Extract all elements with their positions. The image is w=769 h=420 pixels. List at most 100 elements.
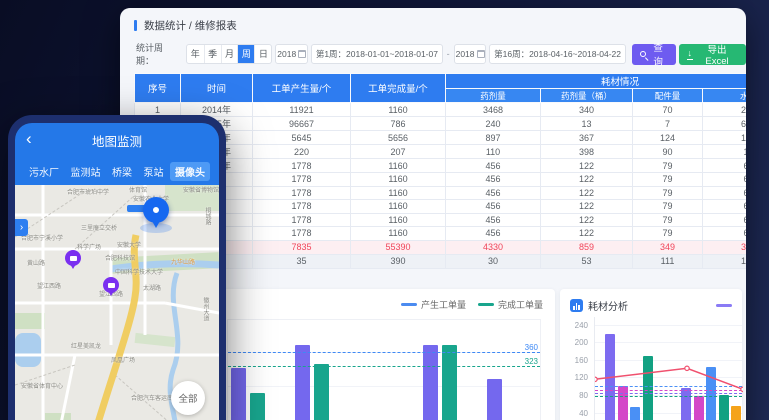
map-label: 安徽省体育中心 — [21, 381, 63, 390]
workorder-chart-legend: 产生工单量完成工单量 — [401, 298, 543, 311]
selected-camera-pin[interactable] — [143, 197, 169, 223]
map-label: 黄山路 — [27, 258, 45, 267]
period-option-月[interactable]: 月 — [221, 45, 238, 63]
map-label: 凤凰广场 — [111, 355, 135, 364]
group-header: 耗材情况 — [446, 74, 747, 89]
table-row: 52018年177811604561227967 — [135, 159, 747, 173]
breadcrumb: 数据统计 / 维修报表 — [134, 18, 746, 33]
table-row: 32016年56455656897367124129 — [135, 131, 747, 145]
legend-item: 产生工单量 — [401, 298, 466, 311]
range-separator: - — [446, 49, 451, 59]
sub-column-header: 药剂量 — [446, 89, 541, 103]
map-label: 九华山路 — [171, 257, 195, 266]
consumable-chart-plot — [594, 317, 742, 420]
phone-tab-桥梁[interactable]: 桥梁 — [107, 162, 137, 181]
end-week-input[interactable]: 第16周：2018-04-16~2018-04-22 — [489, 44, 625, 64]
table-row: 22015年96667786240137690 — [135, 117, 747, 131]
camera-lens-icon — [108, 283, 115, 288]
y-tick: 160 — [562, 356, 588, 365]
filter-bar: 统计周期： 年季月周日 2018 第1周：2018-01-01~2018-01-… — [136, 43, 746, 65]
sub-column-header: 水量 — [703, 89, 747, 103]
y-tick: 40 — [562, 409, 588, 418]
bar-completed — [442, 345, 457, 420]
map-label: 徽州大道 — [201, 297, 210, 321]
end-year-value: 2018 — [456, 49, 475, 59]
consumable-chart-title: 耗材分析 — [588, 298, 628, 313]
start-year-select[interactable]: 2018 — [275, 44, 308, 64]
y-tick: 80 — [562, 391, 588, 400]
bar-produced — [295, 345, 310, 420]
y-tick: 120 — [562, 373, 588, 382]
map-label: 三里庵立交桥 — [81, 223, 117, 232]
reference-line-label: 323 — [525, 357, 538, 366]
table-row: 12014年119211160346834070250 — [135, 103, 747, 117]
workorder-chart-card: 产生工单量完成工单量 360 323 — [215, 289, 555, 420]
legend-item: 完成工单量 — [478, 298, 543, 311]
map-label: 安徽大学 — [117, 240, 141, 249]
column-header: 工单完成量/个 — [351, 74, 446, 103]
period-option-季[interactable]: 季 — [204, 45, 221, 63]
y-tick: 240 — [562, 321, 588, 330]
map-view[interactable]: 合肥市琥珀中学体育馆安徽农业大学安徽省博物馆桐城路三里庵立交桥合肥市宁溪小学科学… — [15, 185, 219, 420]
bar-chart-icon — [570, 299, 583, 312]
start-week-value: 第1周：2018-01-01~2018-01-07 — [316, 48, 438, 60]
camera-pin[interactable] — [103, 277, 119, 293]
query-button[interactable]: 查询 — [632, 44, 676, 65]
camera-pin[interactable] — [65, 250, 81, 266]
phone-tab-污水厂[interactable]: 污水厂 — [24, 162, 64, 181]
back-icon[interactable]: ‹ — [26, 130, 32, 147]
phone-header: ‹ 地图监测 — [15, 123, 219, 157]
period-segmented-control: 年季月周日 — [186, 44, 273, 64]
sub-column-header: 配件量 — [633, 89, 703, 103]
map-label: 合肥市琥珀中学 — [67, 187, 109, 196]
calendar-icon — [298, 50, 306, 58]
workorder-chart-plot: 360 323 — [227, 319, 541, 420]
start-week-input[interactable]: 第1周：2018-01-01~2018-01-07 — [311, 44, 443, 64]
table-row: 9177811604561227967 — [135, 213, 747, 227]
start-year-value: 2018 — [277, 49, 296, 59]
map-label: 太湖路 — [143, 283, 161, 292]
map-label: 红星美凯龙 — [71, 341, 101, 350]
period-option-年[interactable]: 年 — [187, 45, 204, 63]
reference-line — [228, 366, 540, 367]
period-option-日[interactable]: 日 — [254, 45, 271, 63]
download-icon: ↓ — [687, 49, 694, 60]
export-excel-button[interactable]: ↓ 导出Excel — [679, 44, 746, 65]
table-row: 8177811604561227967 — [135, 200, 747, 214]
phone-tab-监测站[interactable]: 监测站 — [66, 162, 106, 181]
bar-produced — [423, 345, 438, 420]
period-label: 统计周期： — [136, 41, 181, 67]
y-axis: 2402001601208040 — [564, 317, 590, 420]
reference-line-label: 360 — [525, 343, 538, 352]
consumable-chart-header: 耗材分析 — [560, 289, 742, 313]
map-label: 体育馆 — [129, 185, 147, 194]
map-label: 桐城路 — [203, 207, 212, 225]
period-option-周[interactable]: 周 — [237, 45, 254, 63]
phone-screen: ‹ 地图监测 污水厂监测站桥梁泵站摄像头 — [15, 123, 219, 420]
end-year-select[interactable]: 2018 — [454, 44, 487, 64]
phone-mockup: ‹ 地图监测 污水厂监测站桥梁泵站摄像头 — [8, 115, 226, 420]
legend-item-truncated — [716, 304, 732, 307]
phone-title: 地图监测 — [92, 131, 142, 150]
query-button-label: 查询 — [649, 40, 668, 68]
phone-tab-摄像头[interactable]: 摄像头 — [170, 162, 210, 181]
map-label: 望江西路 — [37, 281, 61, 290]
phone-tab-泵站[interactable]: 泵站 — [139, 162, 169, 181]
show-all-button[interactable]: 全部 — [171, 381, 205, 415]
table-row: 6177811604561227967 — [135, 173, 747, 187]
total-row: 合计7835553904330859349330 — [135, 240, 747, 254]
column-header: 时间 — [181, 74, 253, 103]
map-label: 合肥科技馆 — [105, 253, 135, 262]
breadcrumb-accent-bar — [134, 20, 137, 31]
pin-ring-icon — [153, 207, 159, 213]
expand-arrow-button[interactable]: › — [15, 219, 28, 236]
export-button-label: 导出Excel — [696, 42, 738, 67]
search-icon — [640, 51, 646, 57]
phone-tab-bar: 污水厂监测站桥梁泵站摄像头 — [15, 157, 219, 185]
camera-lens-icon — [70, 256, 77, 261]
bar-completed — [314, 364, 329, 420]
end-week-value: 第16周：2018-04-16~2018-04-22 — [494, 48, 621, 60]
sub-column-header: 药剂量（桶） — [541, 89, 633, 103]
bar-produced — [487, 379, 502, 420]
table-row: 42017年2202071103989019 — [135, 145, 747, 159]
